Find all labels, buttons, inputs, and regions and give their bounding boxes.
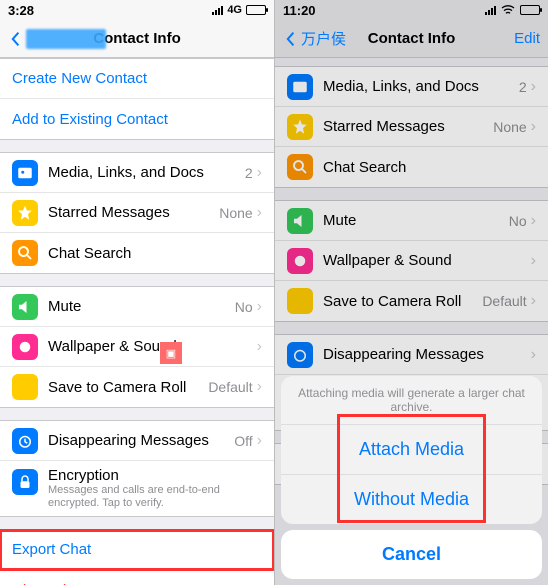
network-label: 4G — [227, 4, 242, 16]
disappearing-row[interactable]: Disappearing Messages Off › — [0, 421, 274, 461]
chevron-right-icon: › — [257, 432, 262, 450]
phone-left: 3:28 4G Contact Info Create New Contact … — [0, 0, 274, 585]
disappearing-label: Disappearing Messages — [48, 432, 234, 449]
wallpaper-row[interactable]: Wallpaper & Sound › — [0, 327, 274, 367]
mute-row[interactable]: Mute No › — [0, 287, 274, 327]
battery-icon — [246, 5, 266, 15]
encryption-subtext: Messages and calls are end-to-end encryp… — [48, 484, 262, 510]
download-icon — [12, 374, 38, 400]
disappearing-value: Off — [234, 433, 252, 449]
camera-roll-label: Save to Camera Roll — [48, 379, 208, 396]
photos-icon — [12, 160, 38, 186]
back-button[interactable] — [8, 29, 106, 49]
create-contact-label: Create New Contact — [12, 70, 262, 87]
star-icon — [12, 200, 38, 226]
wallpaper-label: Wallpaper & Sound — [48, 338, 253, 355]
encryption-row[interactable]: Encryption Messages and calls are end-to… — [0, 461, 274, 516]
edit-button[interactable]: Edit — [514, 30, 540, 47]
action-sheet: Attaching media will generate a larger c… — [281, 376, 542, 579]
search-label: Chat Search — [48, 245, 262, 262]
lock-icon — [12, 469, 38, 495]
starred-label: Starred Messages — [48, 204, 219, 221]
export-chat-row[interactable]: Export Chat — [0, 530, 274, 570]
group-privacy: Disappearing Messages Off › Encryption M… — [0, 420, 274, 517]
mute-label: Mute — [48, 298, 235, 315]
chevron-right-icon: › — [257, 378, 262, 396]
chevron-right-icon: › — [257, 164, 262, 182]
media-label: Media, Links, and Docs — [48, 164, 245, 181]
encryption-label: Encryption — [48, 467, 119, 484]
group-new-contact: Create New Contact Add to Existing Conta… — [0, 58, 274, 140]
signal-icon — [212, 5, 223, 15]
media-row[interactable]: Media, Links, and Docs 2 › — [0, 153, 274, 193]
speaker-icon — [12, 294, 38, 320]
chevron-left-icon — [8, 31, 24, 47]
starred-value: None — [219, 205, 252, 221]
clear-chat-row[interactable]: Clear Chat — [0, 570, 274, 585]
phone-right: 11:20 万户侯 Contact Info Edit Media, Links… — [274, 0, 548, 585]
add-existing-label: Add to Existing Contact — [12, 111, 262, 128]
back-label: 万户侯 — [301, 28, 346, 49]
navbar: Contact Info — [0, 20, 274, 58]
chevron-left-icon — [283, 31, 299, 47]
mute-value: No — [235, 299, 253, 315]
chevron-right-icon: › — [257, 298, 262, 316]
status-time: 3:28 — [8, 3, 34, 18]
group-chat-actions: Export Chat Clear Chat — [0, 529, 274, 585]
wallpaper-icon — [12, 334, 38, 360]
add-existing-row[interactable]: Add to Existing Contact — [0, 99, 274, 139]
status-bar: 3:28 4G — [0, 0, 274, 20]
contact-name-redacted — [26, 29, 106, 49]
media-value: 2 — [245, 165, 253, 181]
camera-roll-row[interactable]: Save to Camera Roll Default › — [0, 367, 274, 407]
timer-icon — [12, 428, 38, 454]
camera-roll-value: Default — [208, 379, 252, 395]
search-row[interactable]: Chat Search — [0, 233, 274, 273]
chevron-right-icon: › — [257, 338, 262, 356]
group-media: Media, Links, and Docs 2 › Starred Messa… — [0, 152, 274, 274]
back-button[interactable]: 万户侯 — [283, 28, 346, 49]
create-contact-row[interactable]: Create New Contact — [0, 59, 274, 99]
chevron-right-icon: › — [257, 204, 262, 222]
export-chat-label: Export Chat — [12, 541, 262, 558]
status-right: 4G — [212, 4, 266, 16]
group-settings: Mute No › Wallpaper & Sound › Save to Ca… — [0, 286, 274, 408]
watermark-icon: ▣ — [160, 342, 182, 364]
cancel-button[interactable]: Cancel — [281, 530, 542, 579]
starred-row[interactable]: Starred Messages None › — [0, 193, 274, 233]
highlight-box — [337, 414, 486, 523]
search-icon — [12, 240, 38, 266]
